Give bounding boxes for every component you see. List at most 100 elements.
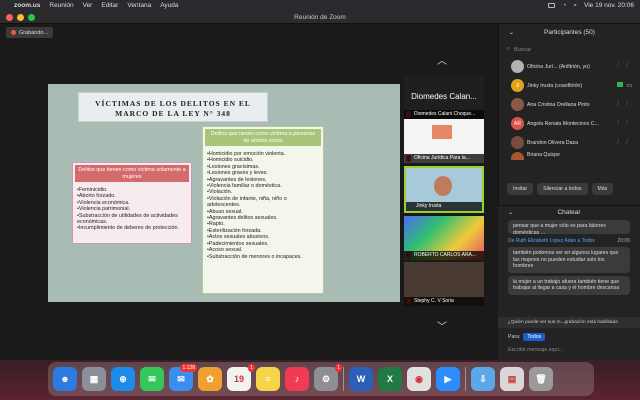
collapse-chevron-icon[interactable]: ⌄	[508, 206, 513, 220]
settings-icon[interactable]: ⚙ 1	[314, 364, 342, 391]
thumbnail-tile[interactable]: Diomedes Calan...	[404, 76, 484, 110]
participant-name: Angela Renata Montecinos C...	[527, 120, 599, 127]
more-button[interactable]: Más	[591, 183, 614, 195]
avatar	[511, 152, 524, 160]
participant-row[interactable]: Brandon Olivera Daza ⧸ ⧸	[499, 133, 640, 152]
menu-reunion[interactable]: Reunión	[49, 2, 73, 9]
zoom-icon[interactable]: ▶	[436, 367, 460, 391]
menu-ver[interactable]: Ver	[83, 2, 93, 9]
recipient-select[interactable]: Todos	[523, 333, 546, 341]
video-off-icon[interactable]: ⧸	[626, 139, 632, 145]
close-window-button[interactable]	[6, 14, 13, 21]
thumbnail-tile[interactable]: Oficina Jurídica Para la...	[404, 119, 484, 163]
notes-icon[interactable]: ≡	[256, 367, 280, 391]
mic-muted-icon[interactable]: ⧸	[617, 139, 623, 145]
mute-all-button[interactable]: Silenciar a todos	[537, 183, 588, 195]
participant-row[interactable]: Briana Quispe	[499, 152, 640, 160]
photos-glyph: ✿	[206, 373, 214, 384]
safari-glyph: ⊕	[119, 373, 127, 384]
wifi-icon[interactable]: ◔	[562, 2, 566, 9]
chat-message-input[interactable]: Escribir mensaje aquí...	[508, 347, 563, 353]
trash-glyph: 🗑	[535, 373, 547, 384]
notification-badge: 1.128	[180, 364, 197, 372]
mail-icon[interactable]: ✉ 1.128	[169, 364, 197, 391]
preview-icon[interactable]: ▤	[500, 367, 524, 391]
menu-app-name[interactable]: zoom.us	[14, 2, 40, 9]
record-dot-icon	[11, 30, 16, 35]
music-glyph: ♪	[294, 374, 300, 384]
mic-muted-icon[interactable]: ⧸	[617, 101, 623, 107]
scroll-up-chevron-icon[interactable]: ︿	[437, 52, 447, 67]
thumbnail-tile[interactable]: Stephy C. V Soria	[404, 262, 484, 306]
finder-icon[interactable]: ☻	[53, 367, 77, 391]
avatar	[511, 98, 524, 111]
chat-message: pensar que a mujer sólo es para labores …	[508, 220, 630, 234]
slide-title: VÍCTIMAS DE LOS DELITOS EN EL MARCO DE L…	[78, 92, 268, 122]
participant-name: Brandon Olivera Daza	[527, 139, 579, 146]
shared-slide: VÍCTIMAS DE LOS DELITOS EN EL MARCO DE L…	[48, 84, 400, 302]
slide-box-both-sexes: Delitos que tienen como víctima a person…	[202, 126, 324, 294]
mic-muted-icon[interactable]: ⧸	[617, 63, 623, 69]
calendar-icon[interactable]: 19 1	[227, 364, 255, 391]
box-header: Delitos que tienen como víctima solament…	[75, 165, 189, 182]
search-input[interactable]: Buscar	[514, 47, 531, 53]
recording-indicator[interactable]: Grabando...	[6, 27, 54, 38]
participant-row[interactable]: AR Angela Renata Montecinos C... ⧸ ⧸	[499, 114, 640, 133]
chat-message: la mujer a un trabajo afuera también tie…	[508, 275, 630, 295]
chrome-icon[interactable]: ◉	[407, 367, 431, 391]
avatar	[511, 136, 524, 149]
video-person-image	[434, 176, 452, 196]
settings-glyph: ⚙	[321, 373, 331, 384]
launchpad-icon[interactable]: ▦	[82, 367, 106, 391]
thumbnail-tile[interactable]: ROBERTO CARLOS ARA...	[404, 216, 484, 260]
safari-icon[interactable]: ⊕	[111, 367, 135, 391]
calendar-glyph: 19	[233, 374, 244, 384]
video-off-icon[interactable]: ⧸	[626, 63, 632, 69]
excel-glyph: X	[386, 374, 393, 384]
message-time: 20:06	[617, 238, 630, 244]
search-icon[interactable]: ⌕	[573, 2, 577, 10]
clock[interactable]: Vie 19 nov. 20:06	[584, 2, 634, 9]
sender-name: De Ruth Elizabeth Lopez Adan a Todos	[508, 238, 595, 244]
downloads-icon[interactable]: ⇩	[471, 367, 495, 391]
menu-ventana[interactable]: Ventana	[127, 2, 151, 9]
chat-message-sender: De Ruth Elizabeth Lopez Adan a Todos 20:…	[508, 238, 630, 244]
photos-icon[interactable]: ✿	[198, 367, 222, 391]
logo-image	[432, 125, 452, 139]
menu-editar[interactable]: Editar	[101, 2, 118, 9]
messages-icon[interactable]: ✉	[140, 367, 164, 391]
participant-row[interactable]: Oficina Jurí... (Anfitrión, yo) ⧸ ⧸	[499, 57, 640, 76]
excel-icon[interactable]: X	[378, 367, 402, 391]
window-title: Reunión de Zoom	[294, 14, 346, 21]
word-glyph: W	[356, 374, 366, 384]
participant-row[interactable]: JI Jinky Irusta (coanfitrión) ▭	[499, 76, 640, 95]
recording-label: Grabando...	[19, 29, 49, 36]
list-item: •Substracción de menores o incapaces.	[207, 253, 302, 260]
chat-visibility-notice[interactable]: ¿Quién puede ver sus m...grabación está …	[498, 317, 640, 328]
music-icon[interactable]: ♪	[285, 367, 309, 391]
trash-icon[interactable]: 🗑	[529, 367, 553, 391]
chat-message: también podemos ver en algunos lugares q…	[508, 247, 630, 273]
minimize-window-button[interactable]	[17, 14, 24, 21]
battery-icon[interactable]	[548, 3, 556, 8]
window-controls	[6, 14, 35, 21]
menu-ayuda[interactable]: Ayuda	[160, 2, 178, 9]
thumbnail-tile-active-speaker[interactable]: Jinky Irusta	[404, 166, 484, 213]
mic-muted-icon[interactable]: ⧸	[617, 120, 623, 126]
collapse-chevron-icon[interactable]: ⌄	[509, 24, 514, 42]
video-on-icon[interactable]: ▭	[626, 82, 632, 89]
finder-glyph: ☻	[60, 374, 70, 384]
scroll-down-chevron-icon[interactable]: ﹀	[437, 318, 447, 333]
mic-on-icon[interactable]	[617, 82, 624, 87]
video-off-icon[interactable]: ⧸	[626, 101, 632, 107]
thumbnail-name: Jinky Irusta	[406, 202, 482, 211]
participant-row[interactable]: Ana Cristina Orellana Pinto ⧸ ⧸	[499, 95, 640, 114]
box-header: Delitos que tienen como víctima a person…	[205, 129, 321, 146]
participants-search[interactable]: ⌕ Buscar	[507, 44, 632, 55]
thumbnail-tile[interactable]: Diomedes Calani Choque...	[404, 110, 484, 119]
invite-button[interactable]: Invitar	[507, 183, 534, 195]
chat-title: Chatear	[557, 209, 581, 216]
word-icon[interactable]: W	[349, 367, 373, 391]
maximize-window-button[interactable]	[28, 14, 35, 21]
video-off-icon[interactable]: ⧸	[626, 120, 632, 126]
